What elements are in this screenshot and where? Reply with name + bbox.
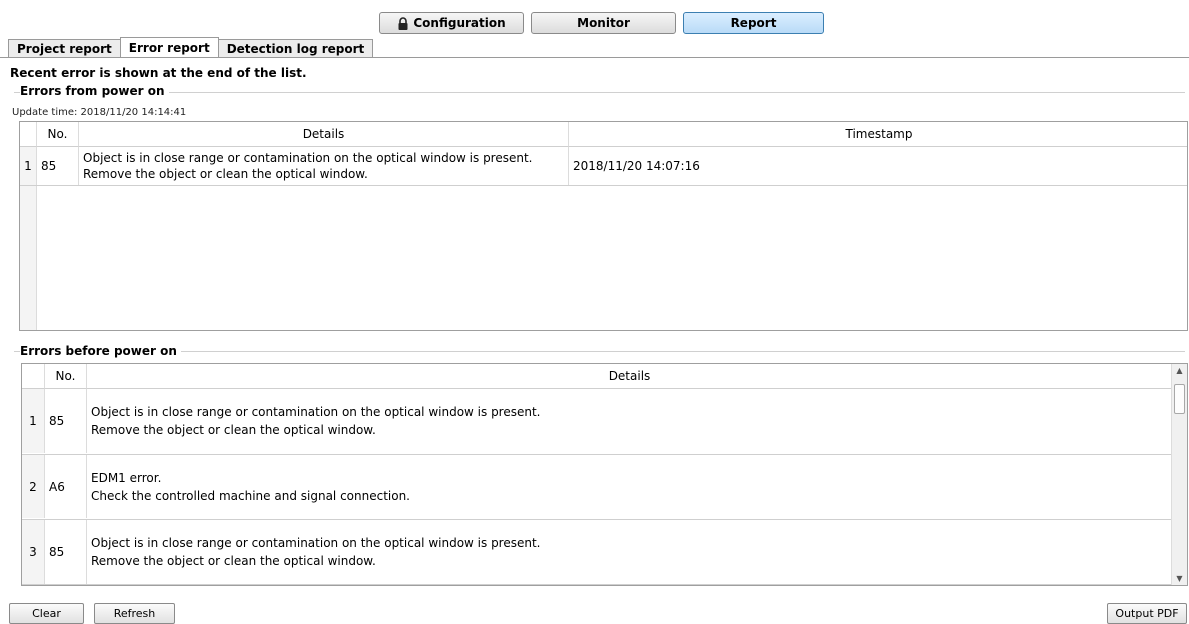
row-number-header bbox=[22, 364, 45, 389]
no-column-header[interactable]: No. bbox=[45, 364, 87, 389]
output-pdf-button[interactable]: Output PDF bbox=[1107, 603, 1187, 624]
power-on-title: Errors from power on bbox=[20, 84, 169, 98]
tab-detection-log-report[interactable]: Detection log report bbox=[217, 39, 374, 57]
report-label: Report bbox=[730, 16, 777, 30]
details-column-header[interactable]: Details bbox=[79, 122, 569, 147]
details-line-1: EDM1 error. bbox=[91, 471, 162, 485]
details-line-2: Remove the object or clean the optical w… bbox=[91, 423, 376, 437]
details-column-header[interactable]: Details bbox=[87, 364, 1172, 389]
details-line-2: Remove the object or clean the optical w… bbox=[91, 554, 376, 568]
details-line-2: Check the controlled machine and signal … bbox=[91, 489, 410, 503]
row-divider bbox=[20, 185, 1187, 186]
power-on-table: No. Details Timestamp 1 85 Object is in … bbox=[19, 121, 1188, 331]
scroll-thumb[interactable] bbox=[1174, 384, 1185, 414]
row-divider bbox=[22, 584, 1171, 585]
error-details: Object is in close range or contaminatio… bbox=[87, 520, 1172, 584]
configuration-label: Configuration bbox=[413, 16, 506, 30]
scroll-up-icon[interactable]: ▲ bbox=[1172, 366, 1187, 375]
tab-divider bbox=[0, 57, 1189, 58]
refresh-button[interactable]: Refresh bbox=[94, 603, 175, 624]
details-line-1: Object is in close range or contaminatio… bbox=[91, 405, 541, 419]
report-button[interactable]: Report bbox=[683, 12, 824, 34]
before-power-on-table: No. Details 1 85 Object is in close rang… bbox=[21, 363, 1188, 586]
error-timestamp: 2018/11/20 14:07:16 bbox=[573, 159, 700, 173]
configuration-button[interactable]: Configuration bbox=[379, 12, 524, 34]
error-details: Object is in close range or contaminatio… bbox=[87, 389, 1172, 453]
details-line-2: Remove the object or clean the optical w… bbox=[83, 167, 368, 181]
monitor-label: Monitor bbox=[577, 16, 630, 30]
row-index: 1 bbox=[20, 147, 37, 185]
tab-error-report[interactable]: Error report bbox=[119, 37, 219, 57]
row-index: 2 bbox=[22, 455, 45, 518]
update-time: Update time: 2018/11/20 14:14:41 bbox=[12, 107, 187, 118]
tab-project-report[interactable]: Project report bbox=[8, 39, 121, 57]
error-code: 85 bbox=[45, 389, 87, 453]
clear-button[interactable]: Clear bbox=[9, 603, 84, 624]
monitor-button[interactable]: Monitor bbox=[531, 12, 676, 34]
details-line-1: Object is in close range or contaminatio… bbox=[83, 151, 533, 165]
section-divider bbox=[14, 92, 1185, 93]
error-code: A6 bbox=[45, 455, 87, 518]
vertical-scrollbar[interactable]: ▲ ▼ bbox=[1171, 364, 1187, 585]
row-index: 3 bbox=[22, 520, 45, 584]
lock-icon bbox=[397, 16, 409, 30]
scroll-down-icon[interactable]: ▼ bbox=[1172, 574, 1187, 583]
row-number-header bbox=[20, 122, 37, 147]
details-line-1: Object is in close range or contaminatio… bbox=[91, 536, 541, 550]
error-details: EDM1 error. Check the controlled machine… bbox=[87, 455, 1172, 518]
recent-error-note: Recent error is shown at the end of the … bbox=[10, 66, 307, 80]
no-column-header[interactable]: No. bbox=[37, 122, 79, 147]
section-divider bbox=[14, 351, 1185, 352]
before-power-on-title: Errors before power on bbox=[20, 344, 181, 358]
row-index: 1 bbox=[22, 389, 45, 453]
error-details: Object is in close range or contaminatio… bbox=[79, 147, 569, 185]
error-code: 85 bbox=[37, 147, 79, 185]
error-code: 85 bbox=[45, 520, 87, 584]
timestamp-column-header[interactable]: Timestamp bbox=[569, 122, 1187, 147]
report-tabs: Project report Error report Detection lo… bbox=[8, 37, 374, 57]
empty-row-gutter bbox=[20, 186, 37, 330]
